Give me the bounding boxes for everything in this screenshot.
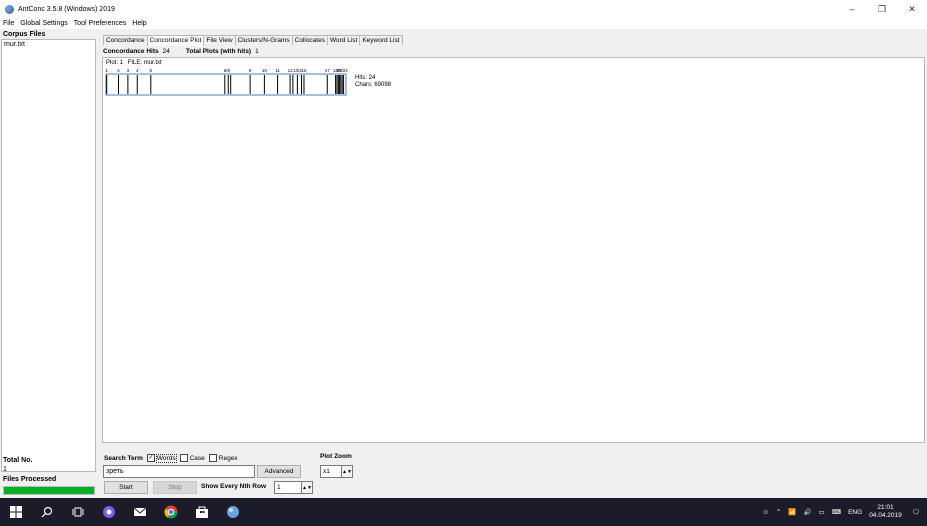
tab-concordance[interactable]: Concordance [103,35,148,45]
regex-checkbox[interactable] [208,454,217,462]
words-checkbox-label[interactable]: Words [155,453,177,463]
menu-global-settings[interactable]: Global Settings [20,20,67,27]
search-options-row: Search Term ✓ Words Case Regex [104,453,242,463]
hit-tick-label: 4 [136,68,139,73]
tab-collocates[interactable]: Collocates [291,35,328,45]
people-icon[interactable]: ☺ [762,509,769,516]
plot-zoom-value[interactable]: x1 [320,465,342,478]
plot-zoom-label: Plot Zoom [320,453,352,460]
close-button[interactable]: ✕ [897,0,927,18]
plot-area[interactable]: Plot: 1 FILE: mur.txt 1 2 3 4 5 6/8 9 10 11 12 13/… [102,57,925,443]
hit-tick-label: 1 [105,68,108,73]
advanced-button[interactable]: Advanced [257,465,301,478]
minimize-button[interactable]: – [837,0,867,18]
language-indicator[interactable]: ENG [848,509,862,516]
hit-tick-label: 5 [150,68,153,73]
notifications-icon[interactable]: 🗨 [912,508,920,516]
plot-zoom-select[interactable]: x1 ▲▼ [320,465,354,478]
network-icon[interactable]: 📶 [788,508,796,516]
chevron-up-icon[interactable]: ⌃ [776,508,781,516]
tab-keyword-list[interactable]: Keyword List [359,35,403,45]
search-icon[interactable] [31,498,62,526]
concordance-hits-value: 24 [162,48,170,55]
mail-icon[interactable] [124,498,155,526]
nth-row-value[interactable]: 1 [274,481,302,494]
cortana-icon[interactable] [93,498,124,526]
corpus-files-label: Corpus Files [3,31,46,38]
tab-clusters-ngrams[interactable]: Clusters/N-Grams [234,35,293,45]
plot-info-row: Concordance Hits 24 Total Plots (with hi… [103,47,275,56]
hit-tick-label: 10 [262,68,268,73]
title-bar: AntConc 3.5.8 (Windows) 2019 – ❐ ✕ [0,0,927,18]
tool-tabs: Concordance Concordance Plot File View C… [103,35,403,46]
start-button[interactable]: Start [104,481,148,494]
case-checkbox[interactable] [179,454,188,462]
corpus-file-item[interactable]: mur.txt [2,40,95,49]
total-no-label: Total No. [3,457,33,464]
antconc-app-icon [5,4,14,14]
menu-bar: File Global Settings Tool Preferences He… [0,18,927,29]
antconc-taskbar-icon[interactable] [217,498,248,526]
task-view-icon[interactable] [62,498,93,526]
menu-help[interactable]: Help [132,20,146,27]
hit-tick-label: 9 [249,68,252,73]
stop-button[interactable]: Stop [153,481,197,494]
concordance-plot[interactable]: 1 2 3 4 5 6/8 9 10 11 12 13/4 16 17 18/920/24 [103,58,924,118]
total-no-value: 1 [3,466,7,473]
case-checkbox-label[interactable]: Case [190,455,205,462]
nth-row-spinner-icon[interactable]: ▲▼ [302,481,313,494]
regex-checkbox-label[interactable]: Regex [219,455,238,462]
plot-frame [105,73,347,96]
total-plots-label: Total Plots (with hits) [185,48,252,55]
hit-tick-label: 2 [117,68,120,73]
clock[interactable]: 21:01 04.04.2019 [869,504,902,520]
search-term-label: Search Term [104,454,143,462]
tab-concordance-plot[interactable]: Concordance Plot [146,35,205,46]
nth-row-select[interactable]: 1 ▲▼ [274,481,314,494]
nth-row-label: Show Every Nth Row [201,483,267,490]
window-controls: – ❐ ✕ [837,0,927,18]
plot-hits-text: Hits: 24 [355,75,376,81]
keyboard-icon[interactable]: ⌨ [832,508,841,516]
concordance-hits-label: Concordance Hits [103,48,159,55]
clock-time: 21:01 [877,504,894,511]
volume-icon[interactable]: 🔊 [803,508,811,516]
system-tray: ☺ ⌃ 📶 🔊 ▭ ⌨ ENG 21:01 04.04.2019 🗨 [762,498,927,526]
windows-start-icon[interactable] [0,498,31,526]
files-processed-progress [3,486,95,495]
hit-tick-label: 16 [301,68,307,73]
hit-tick-label: 17 [325,68,331,73]
words-checkbox[interactable]: ✓ [146,454,155,462]
hit-tick-label: 20/24 [337,68,349,73]
menu-file[interactable]: File [3,20,14,27]
plot-stats: Hits: 24 Chars: 69098 [355,75,391,89]
hit-tick-label: 6/8 [224,68,231,73]
plot-chars-text: Chars: 69098 [355,82,392,88]
corpus-file-list[interactable]: mur.txt [1,39,96,472]
hit-tick-label: 3 [127,68,130,73]
search-term-input[interactable]: зреть [103,465,255,478]
taskbar: ☺ ⌃ 📶 🔊 ▭ ⌨ ENG 21:01 04.04.2019 🗨 [0,498,927,526]
left-panel: Corpus Files mur.txt Total No. 1 Files P… [0,29,99,498]
tab-file-view[interactable]: File View [203,35,236,45]
maximize-button[interactable]: ❐ [867,0,897,18]
menu-tool-preferences[interactable]: Tool Preferences [74,20,127,27]
clock-date: 04.04.2019 [869,512,902,519]
window-title: AntConc 3.5.8 (Windows) 2019 [18,5,115,13]
progress-fill [4,487,94,494]
tab-word-list[interactable]: Word List [326,35,361,45]
chrome-icon[interactable] [155,498,186,526]
files-processed-label: Files Processed [3,476,57,483]
store-icon[interactable] [186,498,217,526]
hit-tick-label: 11 [275,68,280,73]
battery-icon[interactable]: ▭ [819,508,825,516]
zoom-spinner-icon[interactable]: ▲▼ [342,465,353,478]
total-plots-value: 1 [255,48,259,55]
